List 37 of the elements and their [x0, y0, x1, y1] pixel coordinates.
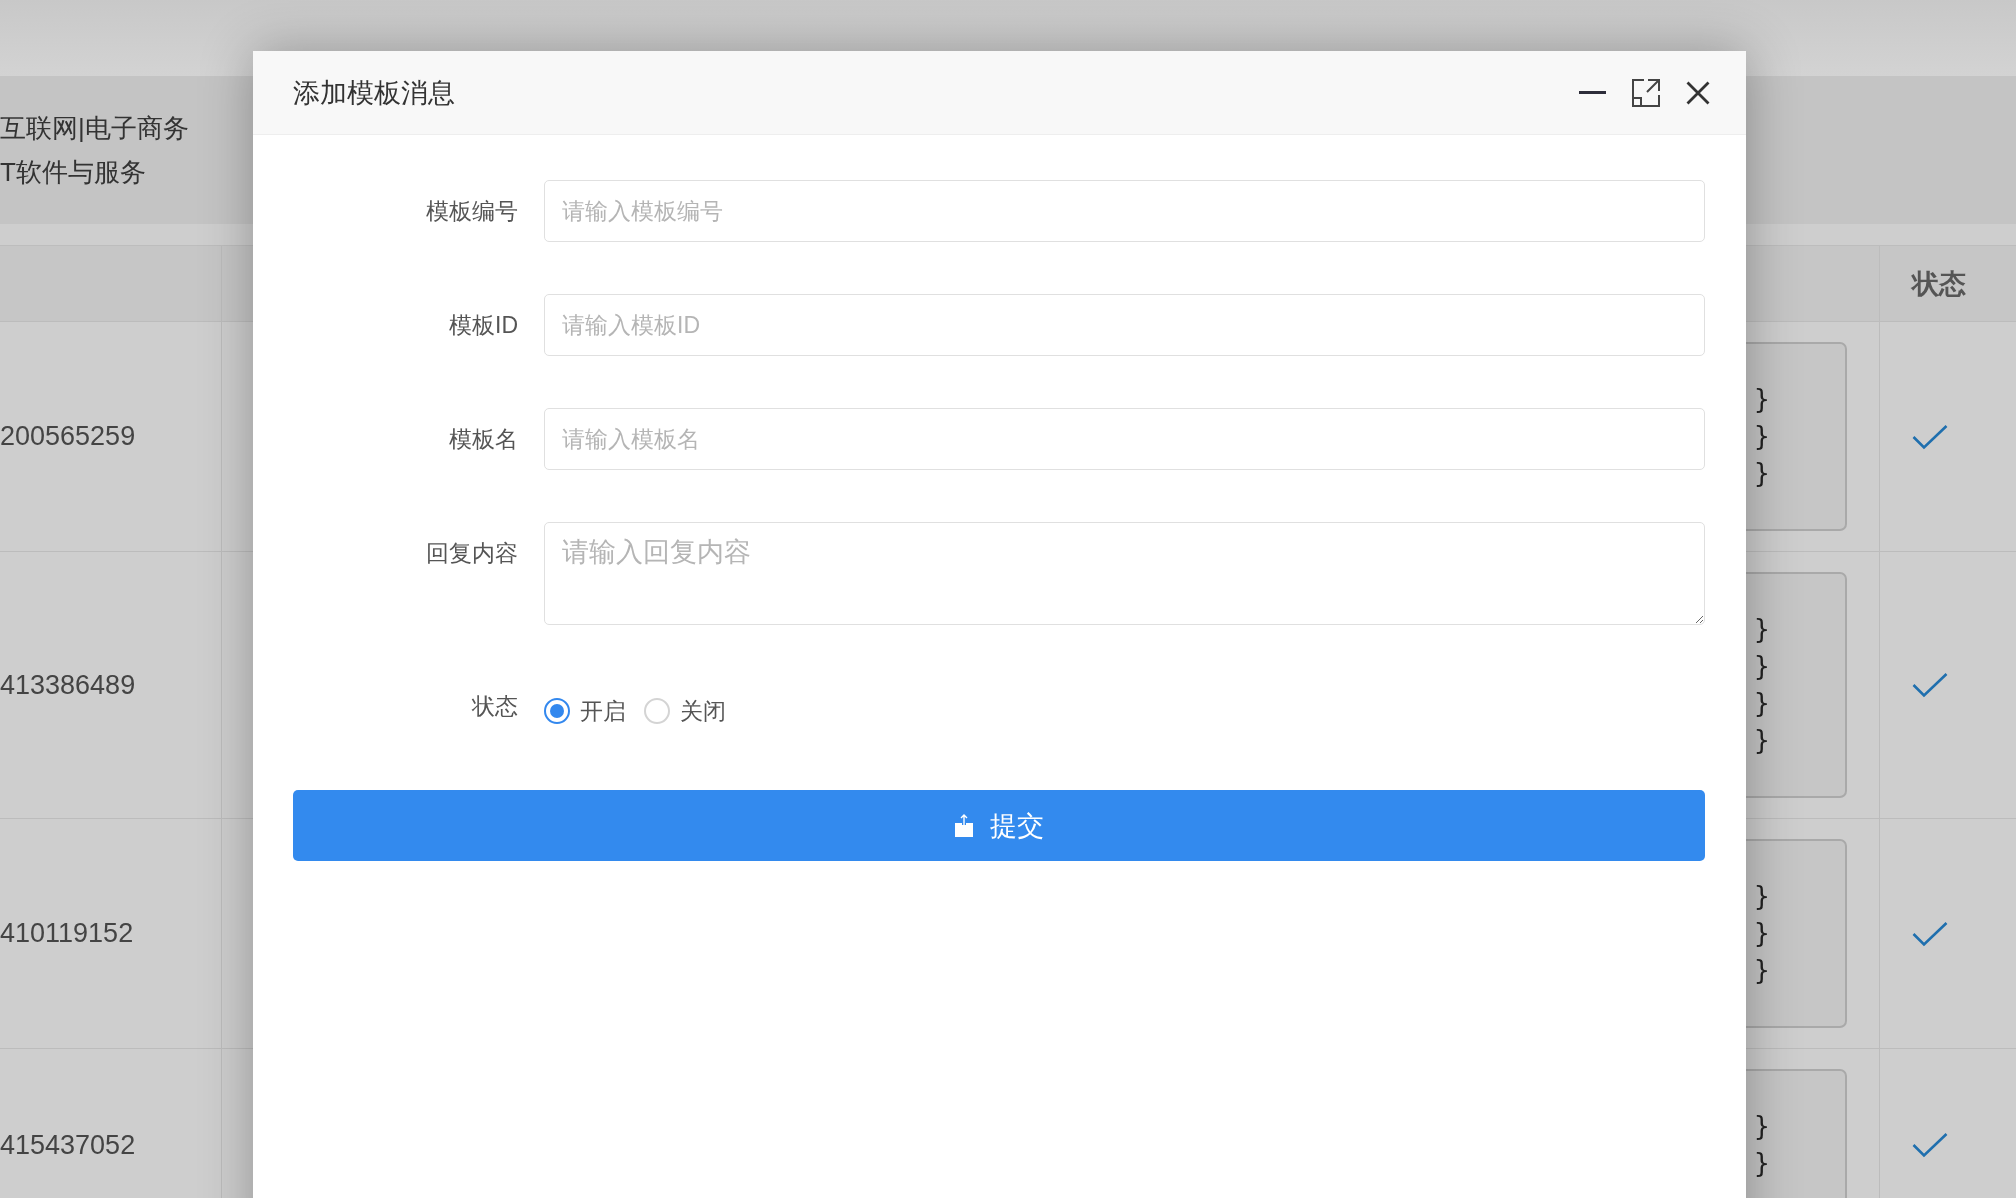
table-cell: 200565259 [0, 421, 136, 452]
textarea-field[interactable]: 请输入回复内容 [544, 522, 1705, 625]
code-text: } [1754, 1147, 1770, 1180]
maximize-button[interactable] [1632, 78, 1660, 107]
field-label: 模板编号 [426, 197, 518, 226]
code-text: } [1754, 880, 1770, 913]
field-label: 状态 [472, 692, 518, 721]
code-text: } [1754, 613, 1770, 646]
code-text: } [1754, 457, 1770, 490]
dialog-title: 添加模板消息 [293, 76, 455, 110]
minimize-icon [1579, 91, 1606, 94]
close-button[interactable] [1686, 80, 1710, 105]
code-text: } [1754, 724, 1770, 757]
table-cell: 413386489 [0, 669, 136, 701]
code-text: } [1754, 954, 1770, 987]
code-text: } [1754, 420, 1770, 453]
maximize-icon [1632, 78, 1660, 107]
field-label: 回复内容 [426, 539, 518, 568]
code-text: } [1754, 687, 1770, 720]
info-text: 互联网|电子商务 [0, 112, 189, 145]
code-text: } [1754, 1110, 1770, 1143]
code-text: } [1754, 917, 1770, 950]
code-text: } [1754, 650, 1770, 683]
table-cell: 415437052 [0, 1129, 136, 1161]
input-field[interactable]: 请输入模板编号 [544, 180, 1705, 242]
input-field[interactable]: 请输入模板ID [544, 294, 1705, 356]
upload-icon [954, 814, 973, 837]
radio-option[interactable]: 开启 [544, 695, 626, 727]
table-cell: 410119152 [0, 918, 134, 949]
column-header: 状态 [1912, 267, 1966, 301]
field-label: 模板名 [449, 425, 518, 454]
field-label: 模板ID [449, 311, 518, 340]
code-text: } [1754, 383, 1770, 416]
close-icon [1686, 80, 1710, 105]
radio-option[interactable]: 关闭 [644, 695, 726, 727]
input-field[interactable]: 请输入模板名 [544, 408, 1705, 470]
info-text: T软件与服务 [0, 156, 146, 189]
